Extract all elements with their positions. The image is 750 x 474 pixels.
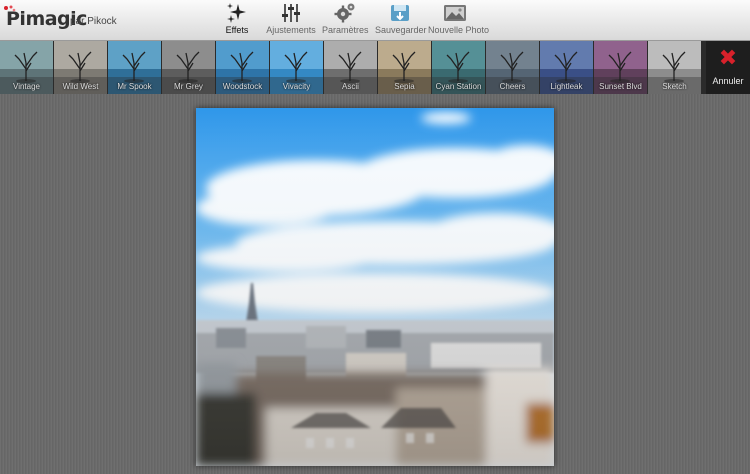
top-toolbar: Pimagic par Pikock Effets Ajustements Pa… bbox=[0, 0, 750, 41]
filter-thumb[interactable]: Wild West bbox=[54, 41, 107, 94]
filter-thumb[interactable]: Sketch bbox=[648, 41, 701, 94]
filter-label: Lightleak bbox=[550, 82, 583, 91]
tool-ajustements[interactable]: Ajustements bbox=[266, 2, 316, 38]
tool-label: Nouvelle Photo bbox=[428, 25, 490, 35]
tool-nouvelle-photo[interactable]: Nouvelle Photo bbox=[428, 2, 490, 38]
paris-skyline-image bbox=[196, 108, 554, 466]
photo-icon bbox=[444, 5, 466, 21]
close-icon: ✖ bbox=[718, 45, 738, 70]
filter-label: Mr Spook bbox=[117, 82, 152, 91]
editor-canvas bbox=[0, 94, 750, 474]
filter-label: Vintage bbox=[13, 82, 40, 91]
sparkles-icon bbox=[227, 3, 246, 23]
filter-thumb[interactable]: Lightleak bbox=[540, 41, 593, 94]
filter-label: Mr Grey bbox=[174, 82, 203, 91]
tool-label: Ajustements bbox=[266, 25, 316, 35]
filter-thumb[interactable]: Mr Grey bbox=[162, 41, 215, 94]
filter-thumb[interactable]: Cheers bbox=[486, 41, 539, 94]
filter-thumb[interactable]: Sepia bbox=[378, 41, 431, 94]
tool-effets[interactable]: Effets bbox=[221, 2, 253, 38]
filter-label: Sunset Blvd bbox=[599, 82, 642, 91]
cancel-button[interactable]: ✖ Annuler bbox=[706, 41, 750, 94]
filter-label: Ascii bbox=[342, 82, 359, 91]
tool-sauvegarder[interactable]: Sauvegarder bbox=[375, 2, 427, 38]
filter-thumb[interactable]: Woodstock bbox=[216, 41, 269, 94]
tool-label: Effets bbox=[225, 25, 249, 35]
tool-label: Sauvegarder bbox=[375, 25, 427, 35]
filter-label: Wild West bbox=[62, 82, 99, 91]
filter-label: Cheers bbox=[499, 82, 526, 91]
filter-thumb[interactable]: Vintage bbox=[0, 41, 53, 94]
sliders-icon bbox=[282, 4, 300, 22]
filter-thumb[interactable]: Vivacity bbox=[270, 41, 323, 94]
cancel-label: Annuler bbox=[712, 76, 744, 86]
filter-thumb[interactable]: Mr Spook bbox=[108, 41, 161, 94]
filter-thumb[interactable]: Ascii bbox=[324, 41, 377, 94]
filter-thumb[interactable]: Cyan Station bbox=[432, 41, 485, 94]
gears-icon bbox=[334, 3, 355, 23]
filter-label: Sepia bbox=[394, 82, 415, 91]
tool-parametres[interactable]: Paramètres bbox=[322, 2, 369, 38]
filter-thumb[interactable]: Sunset Blvd bbox=[594, 41, 647, 94]
filter-strip: Vintage Wild West Mr Spook Mr Grey Woodstock… bbox=[0, 41, 750, 94]
filter-label: Sketch bbox=[662, 82, 687, 91]
filter-label: Woodstock bbox=[222, 82, 263, 91]
app-byline: par Pikock bbox=[70, 16, 117, 27]
tool-label: Paramètres bbox=[322, 25, 369, 35]
photo-preview[interactable] bbox=[196, 108, 554, 466]
filter-label: Cyan Station bbox=[435, 82, 482, 91]
save-icon bbox=[391, 5, 409, 21]
filter-label: Vivacity bbox=[282, 82, 311, 91]
